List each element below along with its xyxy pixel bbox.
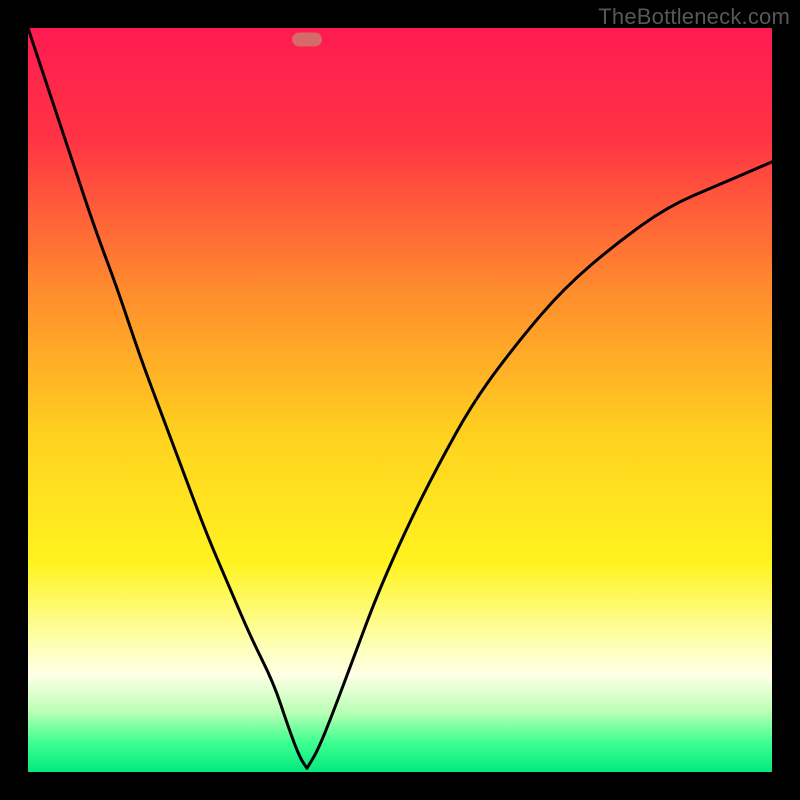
chart-frame: TheBottleneck.com (0, 0, 800, 800)
plot-area (28, 28, 772, 772)
chart-svg (28, 28, 772, 772)
watermark-text: TheBottleneck.com (598, 4, 790, 30)
optimum-marker-pill (292, 32, 322, 46)
gradient-background (28, 28, 772, 772)
optimum-marker (292, 32, 322, 46)
